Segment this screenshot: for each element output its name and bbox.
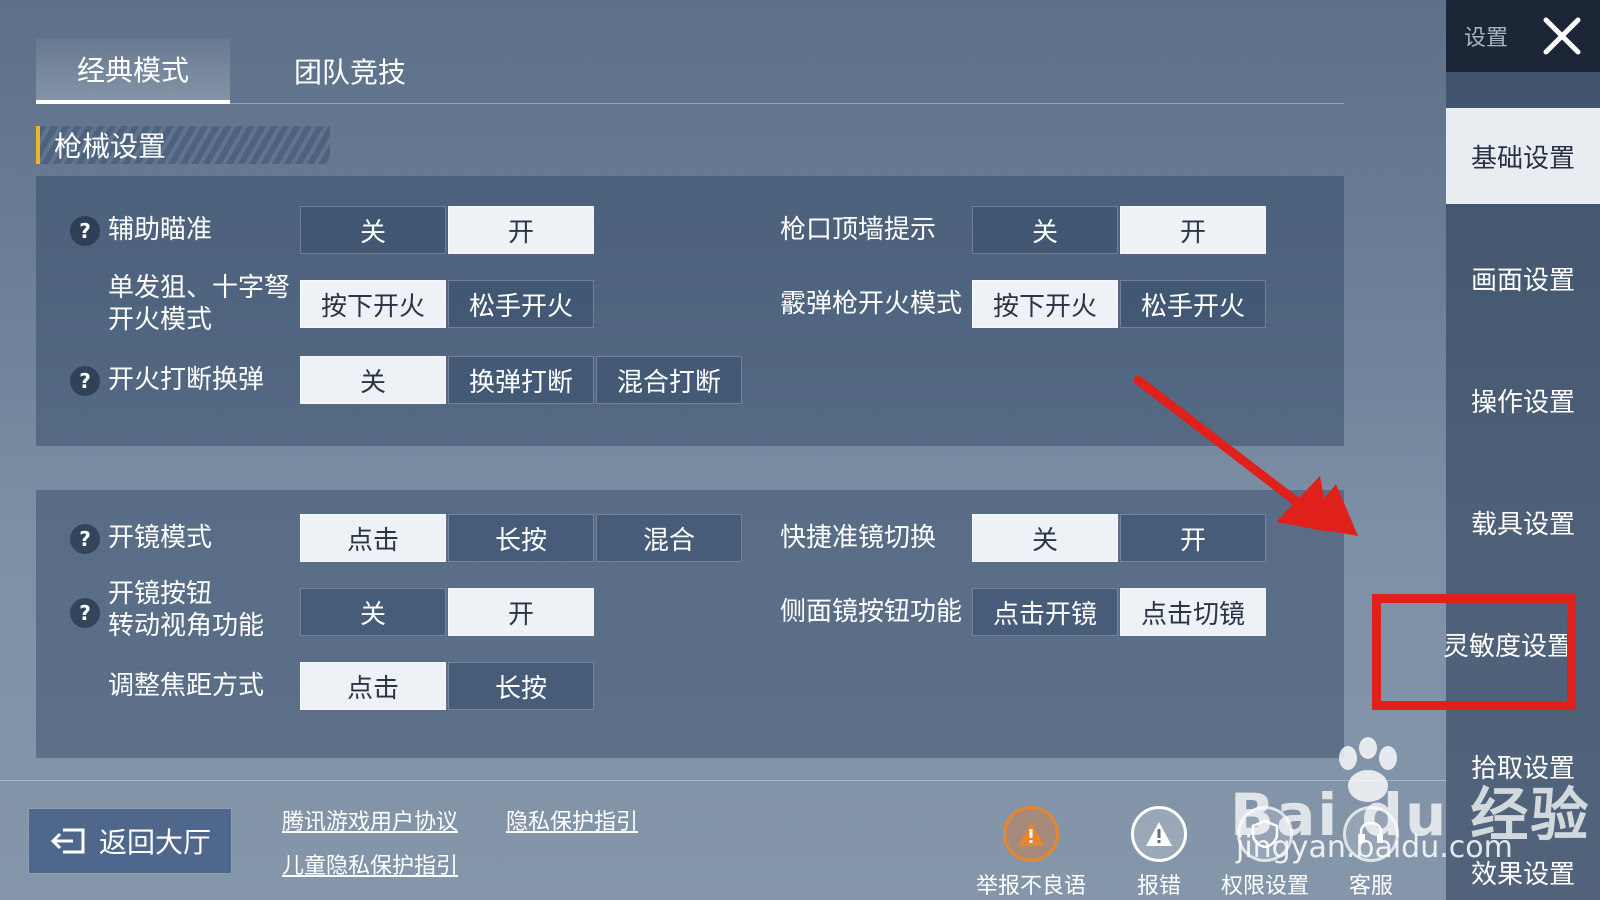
watermark-url: jingyan.baidu.com bbox=[1236, 830, 1513, 865]
quick-scope-label: 快捷准镜切换 bbox=[780, 523, 937, 553]
single-fire-label-line1: 单发狙、十字弩 bbox=[108, 273, 291, 303]
shotgun-fire-label: 霰弹枪开火模式 bbox=[780, 289, 963, 319]
single-fire-press[interactable]: 按下开火 bbox=[300, 280, 446, 328]
help-icon[interactable]: ? bbox=[70, 216, 100, 246]
scope-rotate-label-line1: 开镜按钮 bbox=[108, 579, 213, 609]
scope-rotate-off[interactable]: 关 bbox=[300, 588, 446, 636]
fire-interrupt-mixed[interactable]: 混合打断 bbox=[596, 356, 742, 404]
sidebar-item-graphics[interactable]: 画面设置 bbox=[1446, 230, 1600, 326]
scope-rotate-on[interactable]: 开 bbox=[448, 588, 594, 636]
user-agreement-link[interactable]: 腾讯游戏用户协议 bbox=[282, 804, 458, 836]
muzzle-wall-label: 枪口顶墙提示 bbox=[780, 215, 937, 245]
fire-interrupt-off[interactable]: 关 bbox=[300, 356, 446, 404]
single-fire-toggle: 按下开火 松手开火 bbox=[300, 280, 596, 328]
focus-mode-hold[interactable]: 长按 bbox=[448, 662, 594, 710]
focus-mode-toggle: 点击 长按 bbox=[300, 662, 596, 710]
privacy-guide-link[interactable]: 隐私保护指引 bbox=[506, 804, 638, 836]
red-arrow-annotation bbox=[1133, 375, 1358, 536]
muzzle-wall-on[interactable]: 开 bbox=[1120, 206, 1266, 254]
scope-rotate-label-line2: 转动视角功能 bbox=[108, 611, 265, 641]
fire-interrupt-reload[interactable]: 换弹打断 bbox=[448, 356, 594, 404]
side-scope-open[interactable]: 点击开镜 bbox=[972, 588, 1118, 636]
tab-classic[interactable]: 经典模式 bbox=[36, 38, 230, 104]
muzzle-wall-toggle: 关 开 bbox=[972, 206, 1268, 254]
support-label: 客服 bbox=[1348, 874, 1393, 899]
quick-scope-off[interactable]: 关 bbox=[972, 514, 1118, 562]
side-scope-toggle: 点击开镜 点击切镜 bbox=[972, 588, 1268, 636]
settings-sidebar: 设置 基础设置 画面设置 操作设置 载具设置 灵敏度设置 拾取设置 效果设置 bbox=[1443, 0, 1600, 900]
child-privacy-link[interactable]: 儿童隐私保护指引 bbox=[282, 848, 458, 880]
scope-mode-toggle: 点击 长按 混合 bbox=[300, 514, 744, 562]
scope-rotate-toggle: 关 开 bbox=[300, 588, 596, 636]
shotgun-fire-release[interactable]: 松手开火 bbox=[1120, 280, 1266, 328]
sidebar-item-controls[interactable]: 操作设置 bbox=[1446, 352, 1600, 448]
single-fire-label-line2: 开火模式 bbox=[108, 305, 213, 335]
fire-interrupt-label: 开火打断换弹 bbox=[108, 365, 265, 395]
side-scope-switch[interactable]: 点击切镜 bbox=[1120, 588, 1266, 636]
aim-assist-label: 辅助瞄准 bbox=[108, 215, 213, 245]
report-voice-label: 举报不良语音 bbox=[975, 874, 1086, 899]
help-icon[interactable]: ? bbox=[70, 598, 100, 628]
single-fire-release[interactable]: 松手开火 bbox=[448, 280, 594, 328]
side-scope-label: 侧面镜按钮功能 bbox=[780, 597, 963, 627]
scope-mode-mixed[interactable]: 混合 bbox=[596, 514, 742, 562]
red-highlight-box bbox=[1372, 594, 1576, 710]
sidebar-title: 设置 bbox=[1464, 26, 1509, 51]
aim-assist-toggle: 关 开 bbox=[300, 206, 596, 254]
muzzle-wall-off[interactable]: 关 bbox=[972, 206, 1118, 254]
report-voice-button[interactable]: 举报不良语音 bbox=[966, 806, 1096, 900]
tab-team[interactable]: 团队竞技 bbox=[268, 38, 432, 104]
help-icon[interactable]: ? bbox=[70, 524, 100, 554]
fire-interrupt-toggle: 关 换弹打断 混合打断 bbox=[300, 356, 744, 404]
close-icon[interactable] bbox=[1540, 14, 1584, 58]
report-error-label: 报错 bbox=[1136, 874, 1181, 899]
focus-mode-label: 调整焦距方式 bbox=[108, 671, 265, 701]
aim-assist-off[interactable]: 关 bbox=[300, 206, 446, 254]
scope-mode-tap[interactable]: 点击 bbox=[300, 514, 446, 562]
help-icon[interactable]: ? bbox=[70, 366, 100, 396]
focus-mode-tap[interactable]: 点击 bbox=[300, 662, 446, 710]
sidebar-item-basic[interactable]: 基础设置 bbox=[1446, 108, 1600, 204]
section-title-weapon: 枪械设置 bbox=[36, 126, 330, 164]
permission-label: 权限设置 bbox=[1220, 874, 1309, 899]
warning-icon bbox=[1131, 806, 1187, 862]
sidebar-item-vehicle[interactable]: 载具设置 bbox=[1446, 474, 1600, 570]
shotgun-fire-press[interactable]: 按下开火 bbox=[972, 280, 1118, 328]
sidebar-header: 设置 bbox=[1446, 0, 1600, 72]
scope-mode-label: 开镜模式 bbox=[108, 523, 213, 553]
back-to-lobby-button[interactable]: 返回大厅 bbox=[28, 808, 232, 874]
warning-voice-icon bbox=[1003, 806, 1059, 862]
scope-mode-hold[interactable]: 长按 bbox=[448, 514, 594, 562]
back-arrow-icon bbox=[50, 828, 85, 854]
aim-assist-on[interactable]: 开 bbox=[448, 206, 594, 254]
shotgun-fire-toggle: 按下开火 松手开火 bbox=[972, 280, 1268, 328]
mode-tabs: 经典模式 团队竞技 bbox=[36, 38, 1344, 104]
back-label: 返回大厅 bbox=[98, 826, 211, 859]
